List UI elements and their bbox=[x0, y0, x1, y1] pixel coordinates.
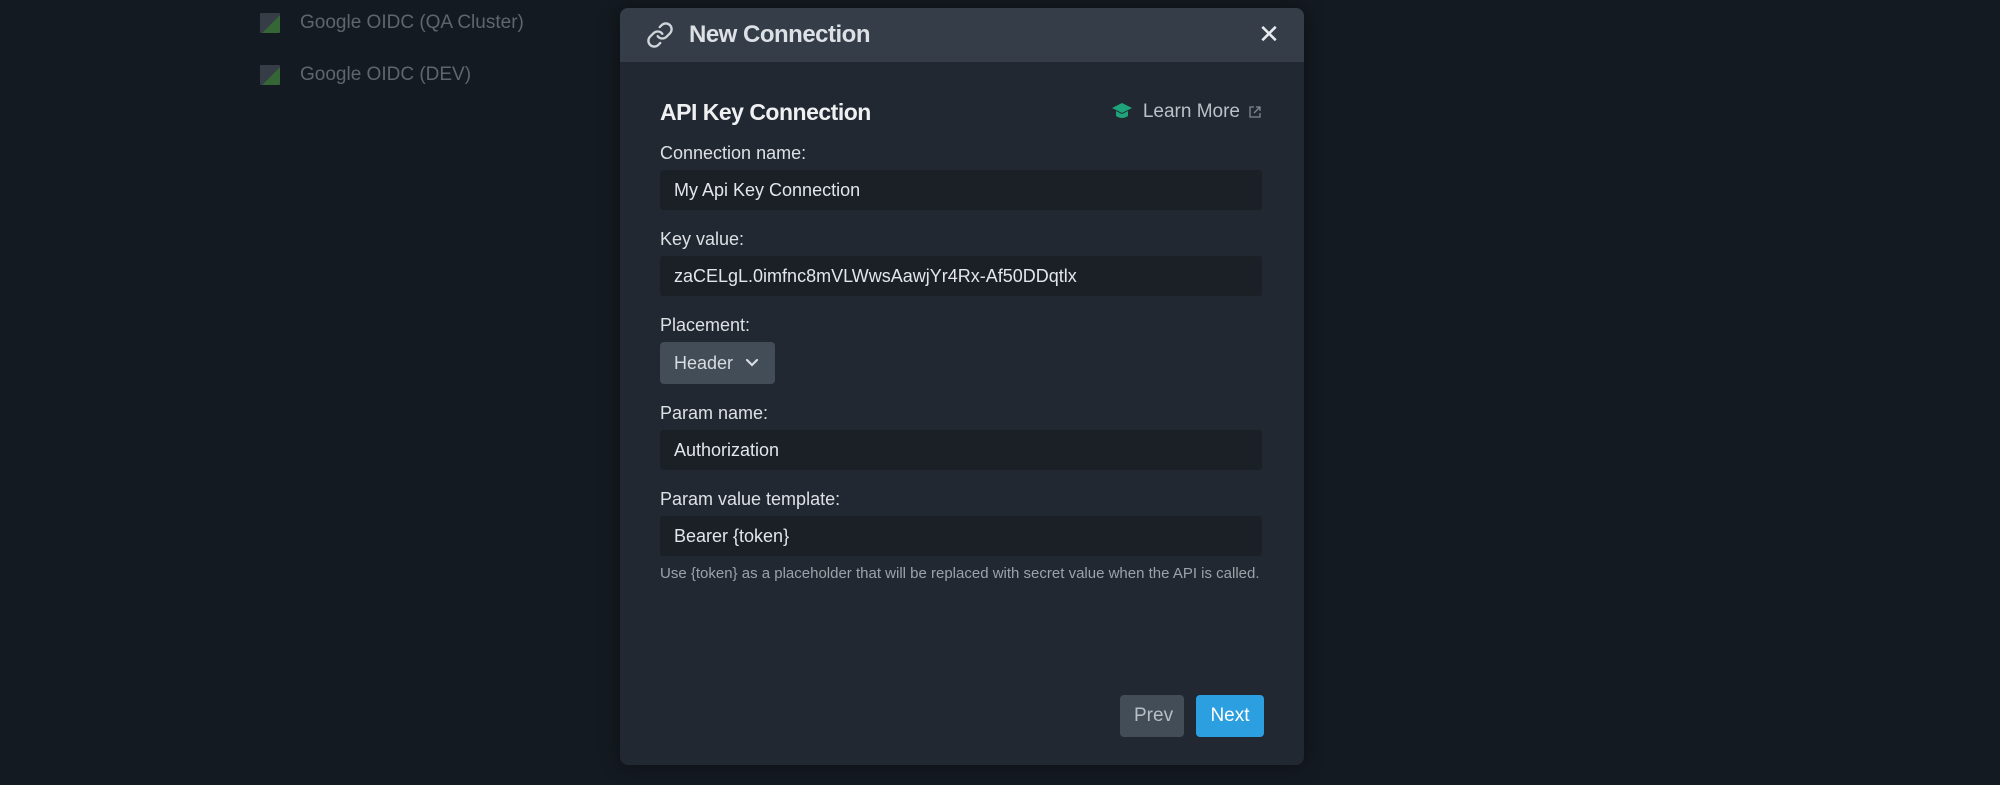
placement-select[interactable]: Header bbox=[660, 342, 776, 384]
dialog-body: API Key Connection Learn More Connection… bbox=[620, 62, 1304, 585]
connection-name-field-group: Connection name: bbox=[660, 140, 1264, 210]
section-title: API Key Connection bbox=[660, 98, 871, 125]
dialog-footer: Prev Next bbox=[1120, 695, 1264, 737]
key-value-input[interactable] bbox=[660, 256, 1262, 296]
prev-button[interactable]: Prev bbox=[1120, 695, 1184, 737]
param-name-label: Param name: bbox=[660, 403, 769, 423]
param-value-template-label: Param value template: bbox=[660, 489, 841, 509]
list-item-label: Google OIDC (QA Cluster) bbox=[300, 12, 524, 33]
connection-name-label: Connection name: bbox=[660, 143, 807, 163]
section-header: API Key Connection Learn More bbox=[660, 96, 1264, 128]
dialog-title: New Connection bbox=[689, 21, 871, 48]
key-value-label: Key value: bbox=[660, 229, 745, 249]
list-item[interactable]: Google OIDC (QA Cluster) bbox=[260, 8, 524, 38]
close-icon: ✕ bbox=[1258, 20, 1280, 50]
background-connection-list: Google OIDC (QA Cluster) Google OIDC (DE… bbox=[260, 8, 524, 112]
param-value-template-help: Use {token} as a placeholder that will b… bbox=[660, 565, 1260, 582]
key-value-field-group: Key value: bbox=[660, 226, 1264, 296]
chevron-down-icon bbox=[745, 358, 759, 368]
new-connection-dialog: New Connection ✕ API Key Connection Lear… bbox=[620, 8, 1304, 765]
close-button[interactable]: ✕ bbox=[1256, 20, 1282, 50]
broken-image-icon bbox=[260, 13, 280, 33]
placement-selected-value: Header bbox=[674, 352, 734, 373]
broken-image-icon bbox=[260, 65, 280, 85]
external-link-icon bbox=[1248, 105, 1262, 119]
link-icon bbox=[646, 20, 676, 50]
learn-more-link[interactable]: Learn More bbox=[1111, 101, 1262, 123]
param-value-template-field-group: Param value template: Use {token} as a p… bbox=[660, 486, 1264, 585]
param-name-input[interactable] bbox=[660, 430, 1262, 470]
list-item[interactable]: Google OIDC (DEV) bbox=[260, 60, 524, 90]
dialog-header: New Connection ✕ bbox=[620, 8, 1304, 62]
learn-more-label: Learn More bbox=[1142, 101, 1240, 122]
list-item-label: Google OIDC (DEV) bbox=[300, 64, 472, 85]
placement-field-group: Placement: Header bbox=[660, 312, 1264, 384]
connection-name-input[interactable] bbox=[660, 170, 1262, 210]
param-name-field-group: Param name: bbox=[660, 400, 1264, 470]
param-value-template-input[interactable] bbox=[660, 516, 1262, 556]
graduation-cap-icon bbox=[1111, 102, 1133, 122]
placement-label: Placement: bbox=[660, 315, 751, 335]
next-button[interactable]: Next bbox=[1196, 695, 1264, 737]
